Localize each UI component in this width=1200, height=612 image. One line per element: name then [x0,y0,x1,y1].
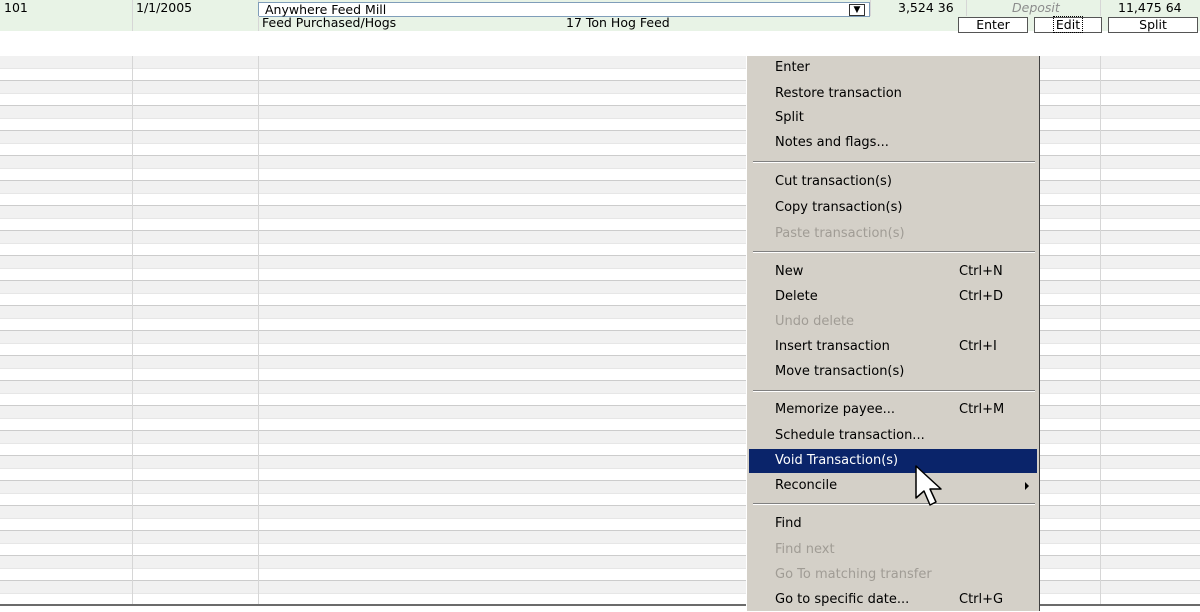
menu-item-enter[interactable]: Enter [749,56,1037,80]
context-menu: Enter Restore transaction Split Notes an… [746,56,1040,611]
payment-amount[interactable]: 3,524 36 [898,0,954,16]
menu-item-insert-transaction[interactable]: Insert transaction Ctrl+I [749,335,1037,359]
register: 101 1/1/2005 Anywhere Feed Mill ▼ 3,524 … [0,0,1200,611]
menu-separator [753,251,1035,253]
menu-item-find[interactable]: Find [749,512,1037,536]
menu-item-move-transactions[interactable]: Move transaction(s) [749,360,1037,384]
menu-separator [753,390,1035,392]
split-button-label: Split [1139,17,1167,32]
menu-item-go-to-matching-transfer: Go To matching transfer [775,567,932,582]
payee-dropdown-icon[interactable]: ▼ [849,4,865,16]
menu-item-notes-and-flags[interactable]: Notes and flags... [749,131,1037,155]
menu-item-void-transactions[interactable]: Void Transaction(s) [749,449,1037,473]
edit-button[interactable]: Edit [1034,16,1102,33]
menu-item-paste-transactions: Paste transaction(s) [775,226,905,241]
submenu-arrow-icon [1025,482,1029,490]
menu-item-undo-delete: Undo delete [775,314,855,329]
transaction-line-1: 101 1/1/2005 Anywhere Feed Mill ▼ 3,524 … [0,0,1200,17]
menu-separator [753,503,1035,505]
memo-field[interactable]: 17 Ton Hog Feed [566,15,670,31]
edit-button-label: Edit [1052,16,1084,33]
menu-item-find-next: Find next [775,542,835,557]
menu-item-reconcile[interactable]: Reconcile [749,474,1037,498]
balance-amount: 11,475 64 [1118,0,1182,15]
menu-item-delete[interactable]: Delete Ctrl+D [749,285,1037,309]
enter-button[interactable]: Enter [958,17,1028,33]
menu-item-copy-transactions[interactable]: Copy transaction(s) [749,196,1037,220]
menu-item-schedule-transaction[interactable]: Schedule transaction... [749,424,1037,448]
menu-item-new[interactable]: New Ctrl+N [749,260,1037,284]
check-number[interactable]: 101 [4,0,28,16]
menu-item-go-to-specific-date[interactable]: Go to specific date... Ctrl+G [749,588,1037,612]
mouse-pointer-icon [915,465,942,506]
category-field[interactable]: Feed Purchased/Hogs [262,15,396,31]
transaction-date[interactable]: 1/1/2005 [136,0,192,16]
split-button[interactable]: Split [1108,17,1198,33]
menu-item-memorize-payee[interactable]: Memorize payee... Ctrl+M [749,398,1037,422]
menu-item-cut-transactions[interactable]: Cut transaction(s) [749,170,1037,194]
menu-item-restore-transaction[interactable]: Restore transaction [749,82,1037,106]
menu-item-split[interactable]: Split [749,106,1037,130]
deposit-field[interactable]: Deposit [1012,0,1060,16]
menu-separator [753,161,1035,163]
enter-button-label: Enter [976,17,1010,32]
